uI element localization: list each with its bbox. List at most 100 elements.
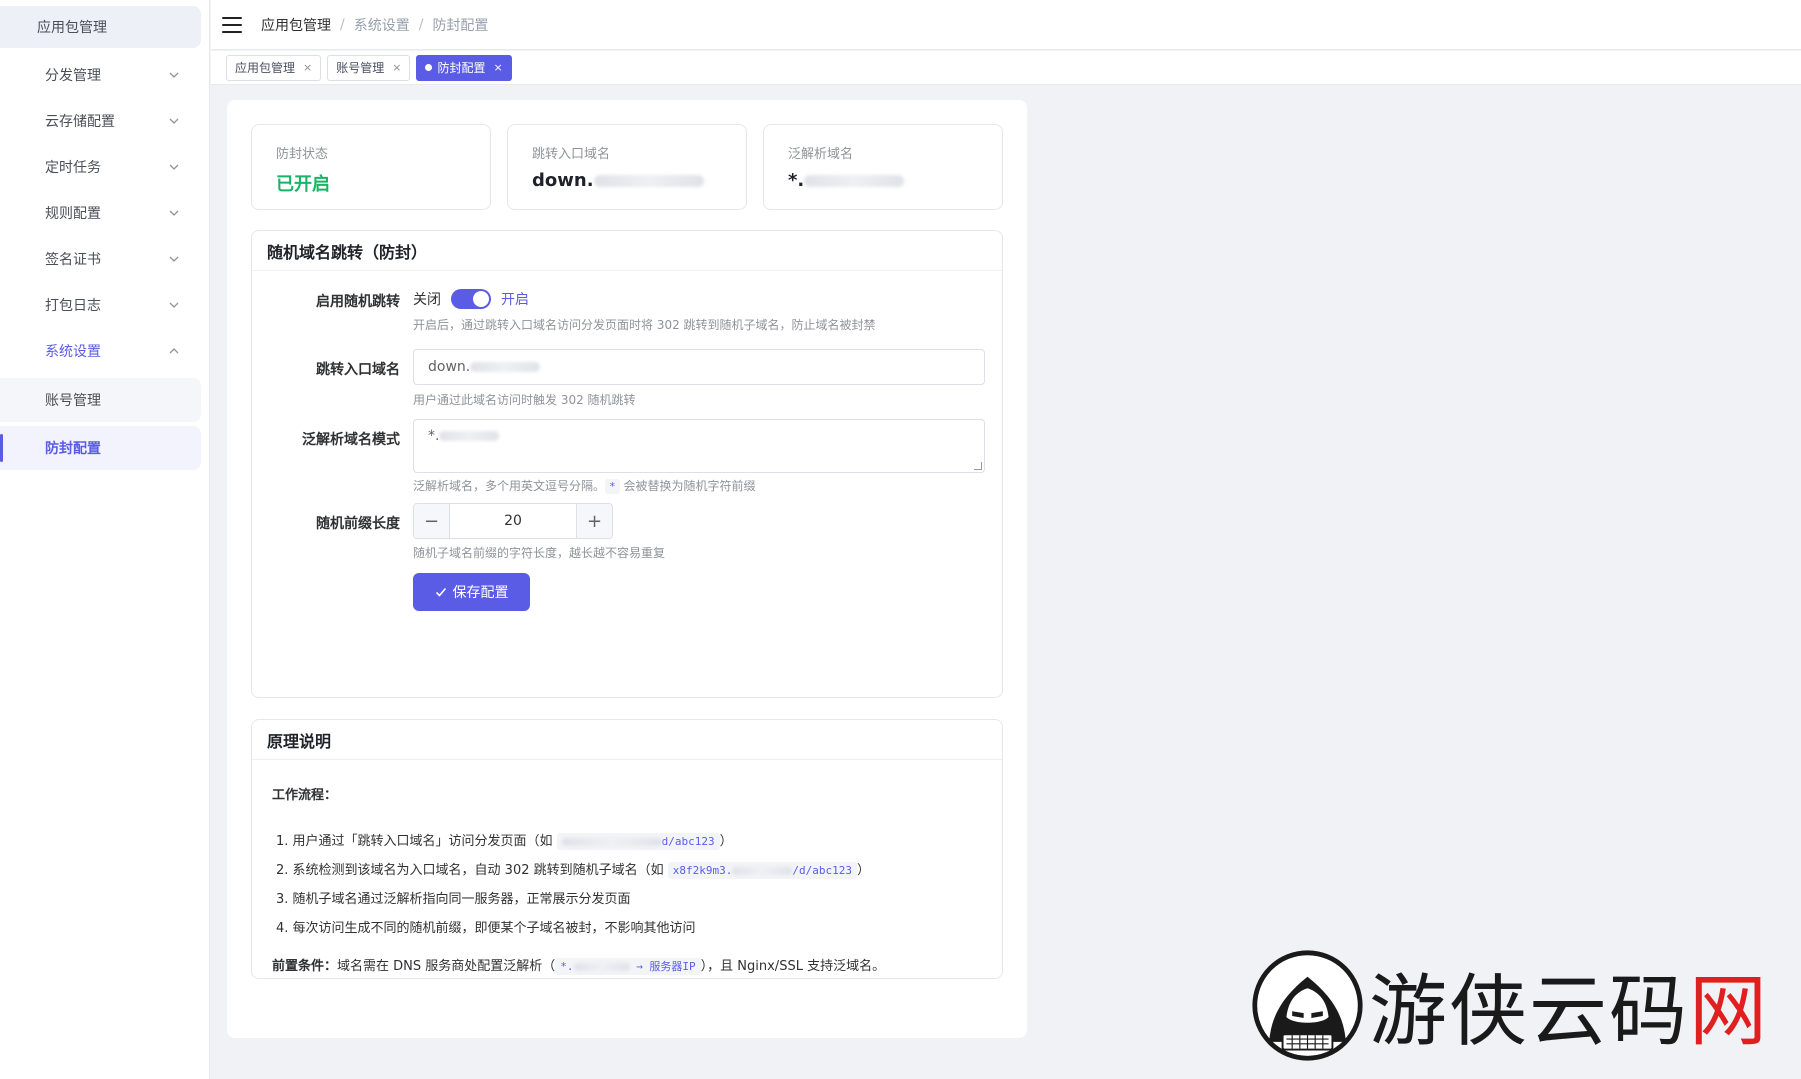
stepper-value[interactable]: 20: [450, 504, 576, 538]
sidebar-item-label: 分发管理: [45, 68, 101, 84]
redacted-text: [732, 867, 793, 875]
wildcard-domain-textarea[interactable]: *.: [413, 419, 985, 473]
save-button[interactable]: 保存配置: [413, 573, 530, 611]
card-title: 随机域名跳转（防封）: [252, 231, 1002, 271]
enable-switch-group: 关闭 开启: [413, 289, 876, 309]
step-text: 1. 用户通过「跳转入口域名」访问分发页面（如: [276, 834, 557, 849]
list-item: 3. 随机子域名通过泛解析指向同一服务器，正常展示分发页面: [276, 892, 631, 907]
tags-bar: 应用包管理 × 账号管理 × 防封配置 ×: [211, 51, 1801, 85]
active-dot-icon: [425, 64, 433, 71]
step-text: ）: [856, 863, 870, 878]
stat-card-wildcard-domain: 泛解析域名 *.: [763, 124, 1003, 210]
sidebar-item-cloud-storage[interactable]: 云存储配置: [0, 98, 209, 144]
form-content: 关闭 开启 开启后，通过跳转入口域名访问分发页面时将 302 跳转到随机子域名，…: [413, 289, 876, 333]
field-hint-row: 泛解析域名，多个用英文逗号分隔。 * 会被替换为随机字符前缀: [413, 477, 985, 494]
redacted-text: [439, 431, 500, 441]
tag-accounts[interactable]: 账号管理 ×: [327, 54, 411, 81]
close-icon[interactable]: ×: [303, 61, 312, 74]
main-panel: 防封状态 已开启 跳转入口域名 down. 泛解析域名 *. 随机域名跳转（防封…: [227, 100, 1027, 1038]
watermark: 游侠云码网: [1250, 945, 1780, 1065]
chevron-down-icon: [169, 118, 179, 124]
prerequisite-text: 域名需在 DNS 服务商处配置泛解析（: [337, 959, 556, 974]
code-text: → 服务器IP: [636, 960, 696, 973]
switch-off-label: 关闭: [413, 292, 441, 308]
sidebar-item-rules[interactable]: 规则配置: [0, 190, 209, 236]
top-header: 应用包管理 / 系统设置 / 防封配置: [211, 0, 1801, 50]
stat-card-status: 防封状态 已开启: [251, 124, 491, 210]
sidebar-item-label: 定时任务: [45, 160, 101, 176]
sidebar-item-build-logs[interactable]: 打包日志: [0, 282, 209, 328]
hooded-hacker-logo-icon: [1252, 949, 1363, 1061]
example-url-code: x8f2k9m3. /d/abc123: [667, 862, 857, 879]
form-content: − 20 + 随机子域名前缀的字符长度，越长越不容易重复: [413, 503, 665, 561]
sidebar-item-distribution[interactable]: 分发管理: [0, 52, 209, 98]
sidebar-item-label: 防封配置: [45, 441, 101, 457]
sidebar-item-label: 系统设置: [45, 344, 101, 360]
entry-domain-input[interactable]: down.: [413, 349, 985, 385]
example-url-code: d/abc123: [556, 833, 720, 850]
watermark-main: 游侠云码: [1369, 967, 1690, 1057]
chevron-up-icon: [169, 348, 179, 354]
prerequisite-label: 前置条件：: [272, 959, 338, 974]
chevron-down-icon: [169, 302, 179, 308]
breadcrumb-item: 防封配置: [432, 17, 489, 34]
chevron-down-icon: [169, 164, 179, 170]
stat-value: down.: [532, 170, 594, 191]
textarea-value: *.: [428, 428, 440, 444]
stat-card-entry-domain: 跳转入口域名 down.: [507, 124, 747, 210]
stat-label: 泛解析域名: [788, 147, 854, 162]
save-button-label: 保存配置: [452, 585, 509, 601]
code-text: /d/abc123: [792, 864, 852, 877]
resize-handle-icon[interactable]: [974, 462, 982, 470]
sidebar-item-system-settings[interactable]: 系统设置: [0, 328, 209, 374]
input-value: down.: [428, 359, 471, 375]
stat-value-row: *.: [788, 170, 978, 191]
list-item: 1. 用户通过「跳转入口域名」访问分发页面（如 d/abc123 ）: [272, 827, 982, 856]
breadcrumb: 应用包管理 / 系统设置 / 防封配置: [261, 15, 488, 35]
sidebar-item-label: 账号管理: [45, 393, 101, 409]
watermark-text: 游侠云码网: [1369, 949, 1769, 1061]
form-label: 启用随机跳转: [316, 294, 400, 310]
increment-button[interactable]: +: [576, 504, 612, 538]
hint-code: *: [605, 479, 620, 494]
breadcrumb-separator: /: [418, 16, 424, 33]
redacted-text: [561, 838, 662, 846]
sidebar: 应用包管理 分发管理 云存储配置 定时任务 规则配置 签名证书 打包日志 系统设…: [0, 0, 210, 1079]
flow-steps: 1. 用户通过「跳转入口域名」访问分发页面（如 d/abc123 ） 2. 系统检…: [272, 827, 982, 943]
form-content: down. 用户通过此域名访问时触发 302 随机跳转: [413, 349, 985, 408]
sidebar-item-certificates[interactable]: 签名证书: [0, 236, 209, 282]
enable-switch[interactable]: [451, 289, 491, 309]
list-item: 2. 系统检测到该域名为入口域名，自动 302 跳转到随机子域名（如 x8f2k…: [272, 856, 982, 885]
menu-toggle-icon[interactable]: [222, 16, 242, 33]
breadcrumb-item[interactable]: 应用包管理: [261, 15, 331, 35]
close-icon[interactable]: ×: [493, 61, 502, 74]
chevron-down-icon: [169, 72, 179, 78]
close-icon[interactable]: ×: [392, 61, 401, 74]
sidebar-item-anti-block[interactable]: 防封配置: [0, 426, 201, 470]
form-content: *. 泛解析域名，多个用英文逗号分隔。 * 会被替换为随机字符前缀: [413, 419, 985, 494]
redacted-text: [573, 963, 630, 971]
redacted-text: [470, 362, 541, 372]
step-text: 2. 系统检测到该域名为入口域名，自动 302 跳转到随机子域名（如: [276, 863, 668, 878]
dns-code: *. → 服务器IP: [555, 958, 701, 975]
sidebar-item-label: 应用包管理: [37, 20, 107, 36]
field-hint: 泛解析域名，多个用英文逗号分隔。: [413, 479, 606, 493]
sidebar-item-scheduled-tasks[interactable]: 定时任务: [0, 144, 209, 190]
chevron-down-icon: [169, 256, 179, 262]
tag-anti-block[interactable]: 防封配置 ×: [416, 54, 512, 81]
tag-label: 账号管理: [336, 61, 385, 75]
sidebar-item-app-package[interactable]: 应用包管理: [0, 6, 201, 48]
prefix-length-stepper: − 20 +: [413, 503, 613, 539]
stat-value-row: down.: [532, 170, 722, 191]
redacted-text: [593, 175, 704, 187]
decrement-button[interactable]: −: [414, 504, 450, 538]
random-redirect-card: 随机域名跳转（防封） 启用随机跳转 关闭 开启 开启后，通过跳转入口域名访问分发…: [251, 230, 1003, 698]
breadcrumb-separator: /: [340, 16, 345, 33]
sidebar-item-accounts[interactable]: 账号管理: [0, 378, 201, 422]
tag-app-package[interactable]: 应用包管理 ×: [226, 54, 322, 81]
redacted-text: [804, 175, 905, 187]
principle-content: 工作流程： 1. 用户通过「跳转入口域名」访问分发页面（如 d/abc123 ） …: [272, 784, 982, 975]
stat-value: *.: [788, 170, 805, 191]
form-label: 随机前缀长度: [316, 516, 400, 532]
field-hint: 开启后，通过跳转入口域名访问分发页面时将 302 跳转到随机子域名，防止域名被封…: [413, 318, 876, 332]
